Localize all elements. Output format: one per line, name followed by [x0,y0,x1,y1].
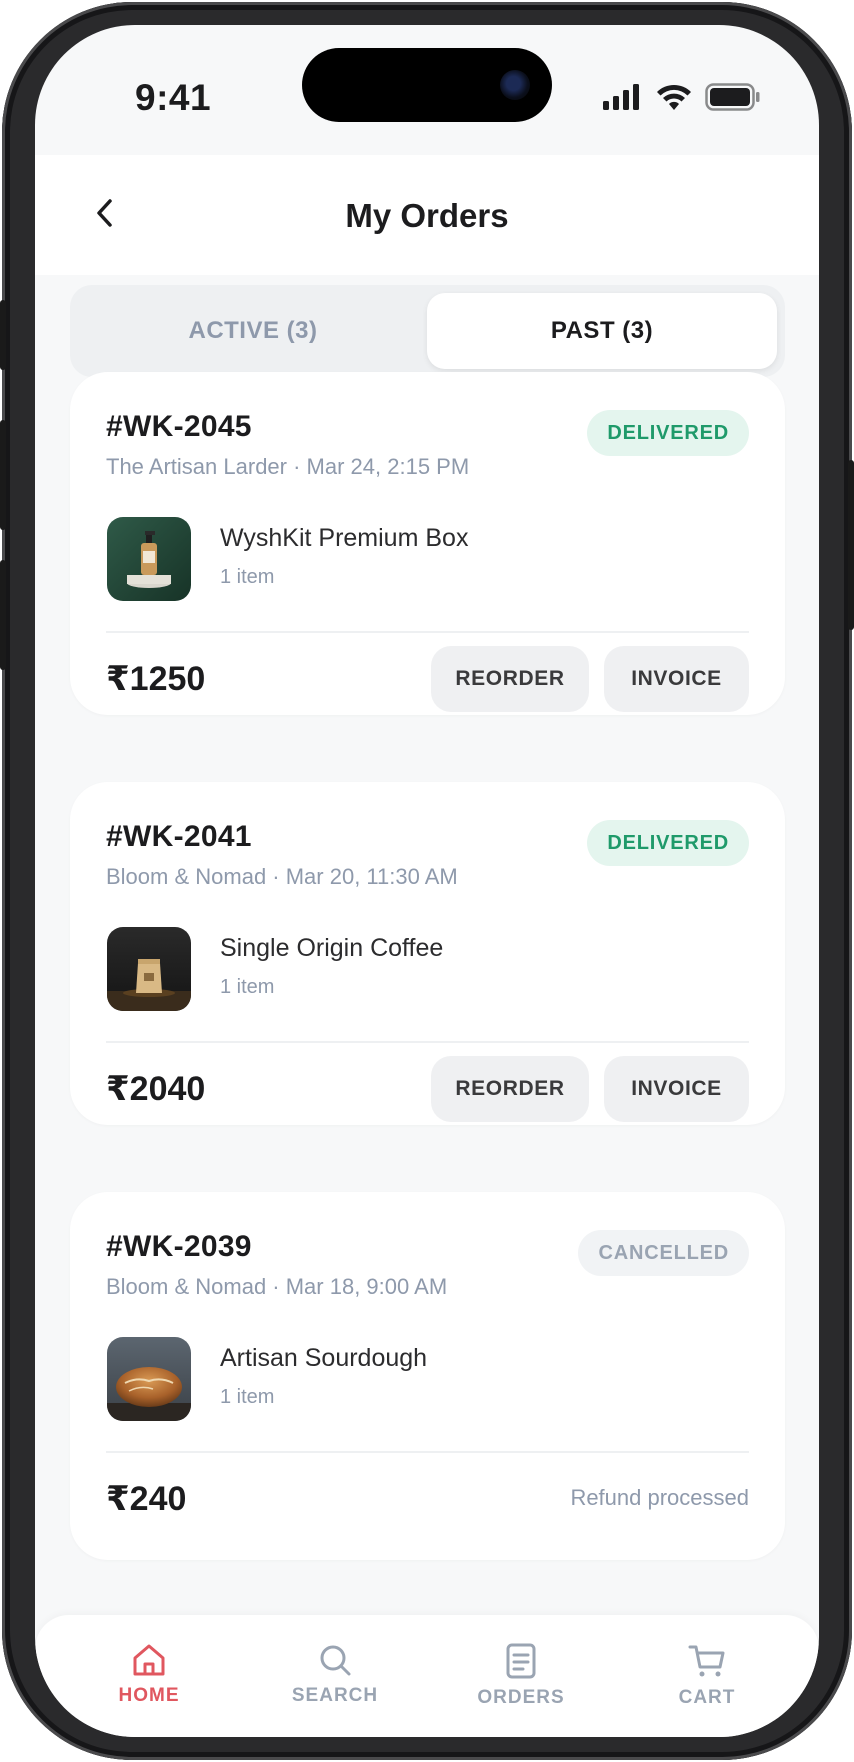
nav-orders[interactable]: ORDERS [446,1643,596,1709]
nav-label: CART [678,1687,736,1708]
home-icon [133,1644,165,1676]
reorder-button[interactable]: REORDER [431,1056,589,1122]
order-meta: Bloom & Nomad · Mar 20, 11:30 AM [106,864,458,889]
phone-volume-down-button [0,560,6,670]
bread-loaf-image [107,1337,191,1421]
nav-cart[interactable]: CART [632,1643,782,1709]
skincare-bottle-image [107,517,191,601]
nav-home[interactable]: HOME [74,1643,224,1707]
divider [106,1041,749,1043]
order-meta: The Artisan Larder · Mar 24, 2:15 PM [106,454,470,479]
tab-active[interactable]: ACTIVE (3) [78,293,428,369]
status-badge: CANCELLED [578,1230,749,1276]
divider [106,1451,749,1453]
cart-icon [688,1645,725,1677]
status-badge: DELIVERED [587,410,749,456]
order-card[interactable]: #WK-2039 CANCELLED Bloom & Nomad · Mar 1… [70,1192,785,1560]
wifi-icon [657,84,691,110]
front-camera-icon [500,70,530,100]
order-card[interactable]: #WK-2041 DELIVERED Bloom & Nomad · Mar 2… [70,782,785,1125]
item-quantity: 1 item [220,1386,275,1408]
order-price: ₹240 [106,1480,187,1518]
invoice-button[interactable]: INVOICE [604,646,749,712]
page-title: My Orders [345,197,509,234]
app-header: My Orders [35,155,819,275]
tab-past[interactable]: PAST (3) [427,293,777,369]
status-icons [603,83,761,111]
status-badge: DELIVERED [587,820,749,866]
item-quantity: 1 item [220,976,275,998]
item-name: WyshKit Premium Box [220,524,469,552]
order-price: ₹2040 [106,1070,206,1108]
nav-label: SEARCH [291,1685,379,1706]
refund-status-text: Refund processed [570,1485,749,1510]
phone-screen: 9:41 My Orders ACTIVE (3) PAST (3) #WK-2… [35,25,819,1737]
nav-label: ORDERS [477,1687,565,1708]
order-price: ₹1250 [106,660,206,698]
invoice-button[interactable]: INVOICE [604,1056,749,1122]
phone-volume-up-button [0,420,6,530]
divider [106,631,749,633]
battery-icon [705,83,760,111]
coffee-bag-image [107,927,191,1011]
order-id: #WK-2041 [106,820,252,853]
status-time: 9:41 [135,77,212,118]
item-name: Artisan Sourdough [220,1344,428,1372]
item-quantity: 1 item [220,566,275,588]
order-card[interactable]: #WK-2045 DELIVERED The Artisan Larder · … [70,372,785,715]
search-icon [320,1645,351,1676]
nav-label: HOME [118,1685,180,1706]
signal-icon [603,84,639,110]
reorder-button[interactable]: REORDER [431,646,589,712]
dynamic-island [302,48,552,122]
bottom-navigation: HOME SEARCH ORDERS CART [35,1615,819,1737]
order-id: #WK-2045 [106,410,252,443]
item-name: Single Origin Coffee [220,934,444,962]
order-meta: Bloom & Nomad · Mar 18, 9:00 AM [106,1274,448,1299]
nav-search[interactable]: SEARCH [260,1643,410,1707]
phone-power-button [848,460,854,630]
order-id: #WK-2039 [106,1230,252,1263]
phone-action-button [0,300,6,370]
orders-icon [506,1643,536,1679]
orders-tab-bar: ACTIVE (3) PAST (3) [70,285,785,377]
